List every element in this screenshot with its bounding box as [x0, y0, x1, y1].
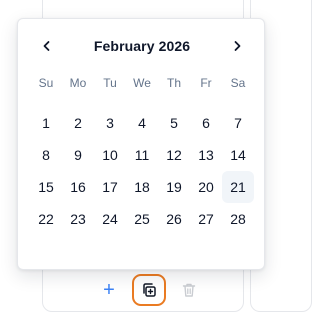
day-cell[interactable]: 13	[190, 139, 222, 171]
weekday-label: Fr	[200, 76, 212, 90]
day-cell[interactable]: 17	[94, 171, 126, 203]
card-toolbar: +	[94, 272, 204, 308]
day-cell[interactable]: 26	[158, 203, 190, 235]
weekday-label: We	[133, 76, 151, 90]
date-picker-popover: February 2026 Su Mo Tu We Th Fr Sa 1 2 3…	[17, 18, 265, 270]
weekday-label: Mo	[69, 76, 87, 90]
day-cell[interactable]: 4	[126, 107, 158, 139]
day-cell[interactable]: 7	[222, 107, 254, 139]
calendar-header: February 2026	[18, 33, 266, 59]
day-cell[interactable]: 19	[158, 171, 190, 203]
chevron-right-icon	[234, 41, 241, 51]
day-cell[interactable]: 16	[62, 171, 94, 203]
add-button[interactable]: +	[94, 275, 124, 305]
previous-month-button[interactable]	[34, 33, 60, 59]
day-cell[interactable]: 24	[94, 203, 126, 235]
weekday-label: Sa	[230, 76, 246, 90]
day-cell[interactable]: 9	[62, 139, 94, 171]
day-cell[interactable]: 10	[94, 139, 126, 171]
day-cell[interactable]: 12	[158, 139, 190, 171]
day-cell[interactable]: 15	[30, 171, 62, 203]
day-cell[interactable]: 1	[30, 107, 62, 139]
day-cell[interactable]: 5	[158, 107, 190, 139]
day-cell[interactable]: 28	[222, 203, 254, 235]
day-cell[interactable]: 2	[62, 107, 94, 139]
day-cell[interactable]: 20	[190, 171, 222, 203]
next-month-button[interactable]	[224, 33, 250, 59]
delete-button[interactable]	[174, 275, 204, 305]
day-cell[interactable]: 3	[94, 107, 126, 139]
day-cell[interactable]: 27	[190, 203, 222, 235]
month-title: February 2026	[93, 38, 191, 54]
day-cell[interactable]: 8	[30, 139, 62, 171]
screen: + February 2026 Su Mo Tu We Th Fr Sa 1 2…	[0, 0, 312, 322]
weekday-label: Th	[166, 76, 181, 90]
day-cell[interactable]: 23	[62, 203, 94, 235]
day-cell[interactable]: 14	[222, 139, 254, 171]
day-cell[interactable]: 6	[190, 107, 222, 139]
duplicate-icon	[143, 283, 156, 297]
chevron-left-icon	[43, 41, 50, 51]
weekday-label: Su	[38, 76, 54, 90]
trash-icon	[182, 283, 196, 297]
duplicate-button[interactable]	[132, 274, 166, 306]
calendar-grid: Su Mo Tu We Th Fr Sa 1 2 3 4 5 6 7 8 9 1…	[30, 75, 254, 235]
day-cell[interactable]: 25	[126, 203, 158, 235]
plus-icon: +	[103, 279, 115, 301]
day-cell-highlighted[interactable]: 21	[222, 171, 254, 203]
day-cell[interactable]: 22	[30, 203, 62, 235]
day-cell[interactable]: 18	[126, 171, 158, 203]
day-cell[interactable]: 11	[126, 139, 158, 171]
weekday-label: Tu	[103, 76, 117, 90]
